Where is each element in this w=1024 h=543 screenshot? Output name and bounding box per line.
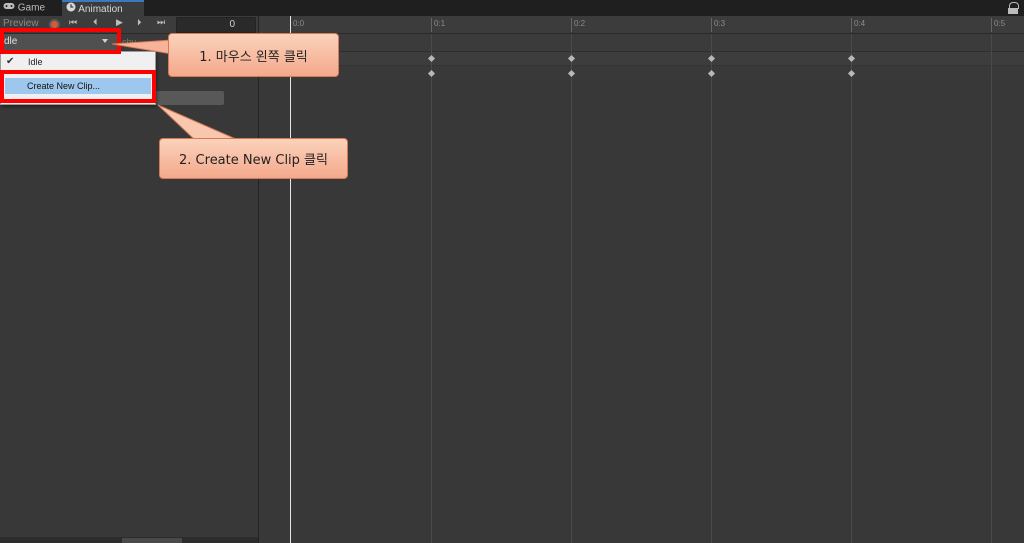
lock-icon[interactable] [1008,2,1019,14]
time-label: 0:0 [293,19,305,28]
timeline-gridline [851,34,852,543]
clock-icon [66,2,76,17]
tab-animation[interactable]: Animation [62,0,144,16]
callout-step-1-text: 1. 마우스 왼쪽 클릭 [199,49,308,65]
timeline-gridline [431,34,432,543]
ruler-tick [991,18,992,32]
ruler-tick [711,18,712,32]
tab-bar [0,0,1024,16]
tab-animation-label: Animation [78,4,123,16]
ruler-tick [851,18,852,32]
highlight-box-create-new-clip [0,70,156,103]
time-label: 0:2 [574,19,586,28]
checkmark-icon: ✔ [6,56,15,67]
timeline-gridline [991,34,992,543]
gamepad-icon [3,0,15,16]
timeline-key-row [259,66,1024,80]
tab-game-label: Game [17,2,46,14]
timeline-gridline [571,34,572,543]
callout-step-1: 1. 마우스 왼쪽 클릭 [168,33,339,77]
menu-item-idle[interactable]: Idle [28,57,43,67]
timeline-event-row [259,34,1024,52]
last-keyframe-icon[interactable]: ⏭ [157,18,165,28]
next-keyframe-icon[interactable]: ⏵ [137,18,142,28]
callout-pointer [112,39,172,55]
time-label: 0:4 [854,19,866,28]
prev-keyframe-icon[interactable]: ⏴ [93,18,98,28]
time-label: 0:5 [994,19,1006,28]
play-icon[interactable]: ▶ [116,18,123,28]
left-pane-scrollbar-thumb[interactable] [122,538,182,543]
time-label: 0:3 [714,19,726,28]
highlight-box-clip-dropdown [0,28,121,54]
tab-game[interactable]: Game [0,0,63,16]
timeline-gridline [711,34,712,543]
frame-value: 0 [229,19,235,30]
callout-pointer [157,104,239,141]
timeline-summary-row [259,52,1024,66]
pane-divider[interactable] [258,16,259,543]
playhead-line[interactable] [290,16,291,543]
callout-step-2: 2. Create New Clip 클릭 [159,138,348,179]
frame-field[interactable]: 0 [176,17,256,33]
ruler-tick [571,18,572,32]
callout-step-2-text: 2. Create New Clip 클릭 [179,153,328,168]
time-ruler[interactable] [259,16,1024,34]
first-keyframe-icon[interactable]: ⏮ [69,18,77,28]
ruler-tick [431,18,432,32]
time-label: 0:1 [434,19,446,28]
